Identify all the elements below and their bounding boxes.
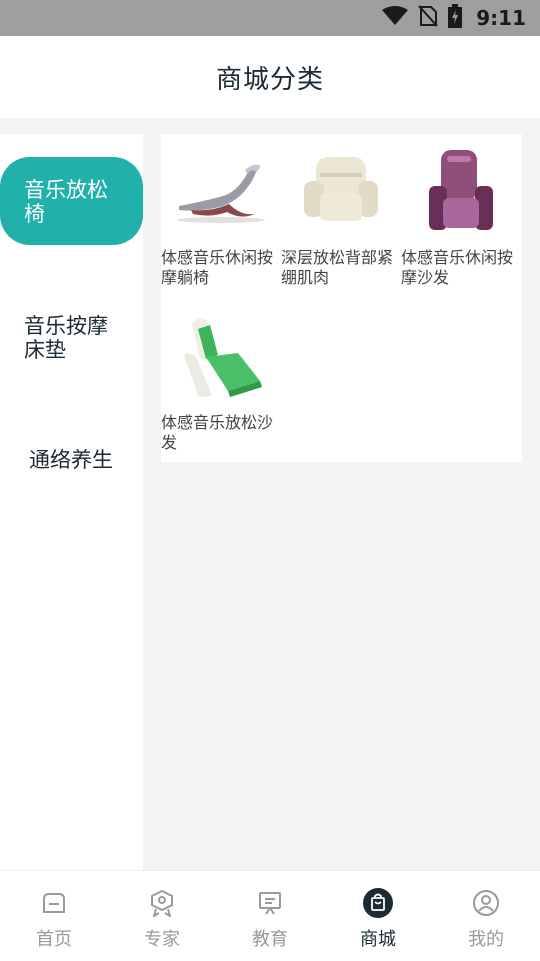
- home-icon: [38, 887, 70, 919]
- purple-sofa-image: [401, 134, 521, 248]
- product-card[interactable]: 体感音乐放松沙发: [161, 299, 281, 453]
- category-item-music-relax-chair[interactable]: 音乐放松椅: [0, 157, 143, 245]
- category-item-wellness[interactable]: 通络养生: [0, 448, 143, 478]
- education-board-icon: [254, 887, 286, 919]
- page-header: 商城分类: [0, 36, 540, 118]
- profile-icon: [470, 887, 502, 919]
- tab-label: 首页: [36, 929, 72, 950]
- lounge-chair-image: [161, 134, 281, 248]
- battery-icon: [448, 4, 463, 32]
- product-card[interactable]: 体感音乐休闲按摩沙发: [401, 134, 521, 288]
- tab-home[interactable]: 首页: [0, 871, 108, 961]
- category-item-music-massage-mattress[interactable]: 音乐按摩床垫: [0, 314, 143, 374]
- product-card[interactable]: 深层放松背部紧绷肌肉: [281, 134, 401, 288]
- category-sidebar: 音乐放松椅 音乐按摩床垫 通络养生: [0, 134, 143, 870]
- tab-label: 我的: [468, 929, 504, 950]
- product-card[interactable]: 体感音乐休闲按摩躺椅: [161, 134, 281, 288]
- page-title: 商城分类: [215, 64, 324, 95]
- product-name: 体感音乐休闲按摩躺椅: [161, 248, 274, 287]
- product-grid: 体感音乐休闲按摩躺椅 深层放松背部紧绷肌肉 体感音乐休闲按摩沙发 体感音乐放松沙…: [161, 134, 522, 462]
- recliner-image: [281, 134, 401, 248]
- tab-profile[interactable]: 我的: [432, 871, 540, 961]
- shop-bag-icon: [362, 887, 394, 919]
- product-name: 深层放松背部紧绷肌肉: [281, 248, 394, 287]
- status-time: 9:11: [476, 6, 526, 30]
- category-label: 通络养生: [29, 448, 113, 472]
- category-label: 音乐按摩床垫: [24, 314, 108, 362]
- green-sofa-image: [161, 299, 281, 413]
- tab-education[interactable]: 教育: [216, 871, 324, 961]
- product-name: 体感音乐休闲按摩沙发: [401, 248, 514, 287]
- no-sim-icon: [418, 5, 438, 31]
- wifi-icon: [382, 6, 409, 30]
- category-label: 音乐放松椅: [24, 178, 108, 226]
- tab-label: 教育: [252, 929, 288, 950]
- tab-label: 商城: [360, 929, 396, 950]
- product-name: 体感音乐放松沙发: [161, 413, 274, 452]
- tab-label: 专家: [144, 929, 180, 950]
- tab-shop[interactable]: 商城: [324, 871, 432, 961]
- tab-expert[interactable]: 专家: [108, 871, 216, 961]
- expert-badge-icon: [146, 887, 178, 919]
- status-bar: 9:11: [0, 0, 540, 36]
- bottom-tab-bar: 首页 专家 教育 商城 我的: [0, 870, 540, 961]
